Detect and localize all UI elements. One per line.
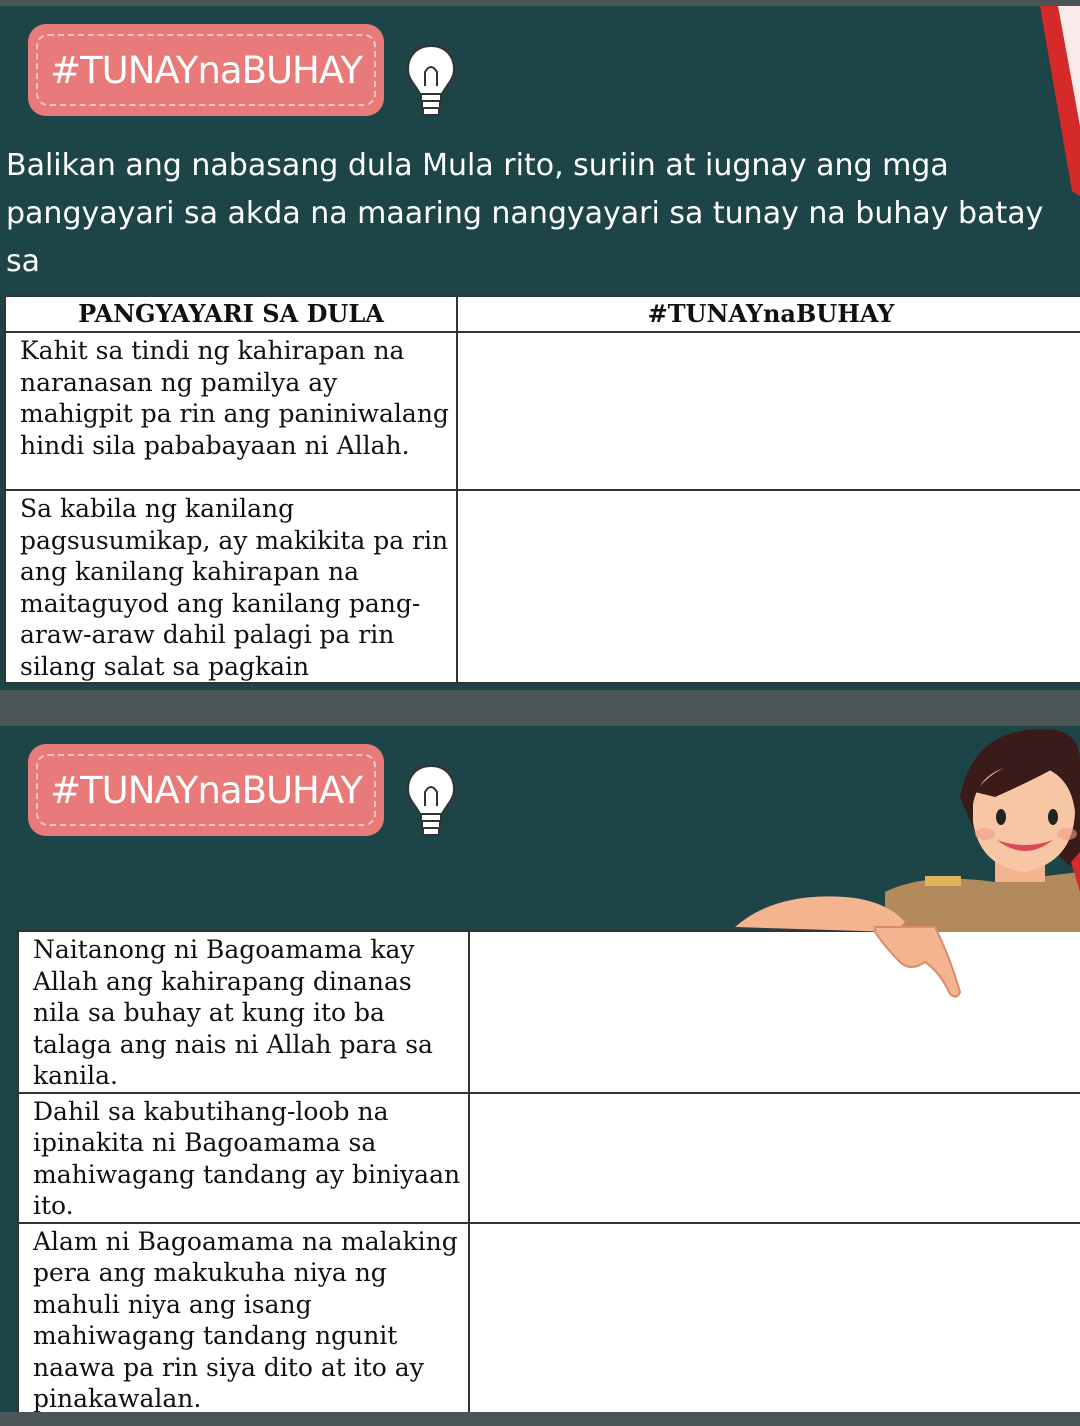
hashtag-label: #TUNAYnaBUHAY (50, 768, 363, 812)
worksheet-panel-1: #TUNAYnaBUHAY Balikan ang nabasang dula … (0, 6, 1080, 690)
lightbulb-icon (406, 44, 456, 116)
column-header-events: PANGYAYARI SA DULA (4, 295, 458, 333)
event-cell: Kahit sa tindi ng kahirapan na naranasan… (4, 331, 458, 491)
event-cell: Alam ni Bagoamama na malaking pera ang m… (17, 1221, 470, 1417)
answer-cell[interactable] (456, 331, 1080, 491)
table-row: Kahit sa tindi ng kahirapan na naranasan… (4, 331, 1080, 491)
hashtag-badge: #TUNAYnaBUHAY (28, 744, 384, 836)
events-table-1: PANGYAYARI SA DULA #TUNAYnaBUHAY Kahit s… (4, 295, 1080, 684)
table-row: Alam ni Bagoamama na malaking pera ang m… (17, 1221, 1080, 1417)
event-cell: Dahil sa kabutihang-loob na ipinakita ni… (17, 1091, 470, 1224)
table-row: Sa kabila ng kanilang pagsusumikap, ay m… (4, 489, 1080, 684)
table-row: Dahil sa kabutihang-loob na ipinakita ni… (17, 1091, 1080, 1224)
answer-cell[interactable] (468, 1091, 1080, 1224)
bottom-edge (0, 1412, 1080, 1426)
hashtag-badge: #TUNAYnaBUHAY (28, 24, 384, 116)
lightbulb-icon (406, 764, 456, 836)
event-cell: Naitanong ni Bagoamama kay Allah ang kah… (17, 930, 470, 1094)
answer-cell[interactable] (456, 489, 1080, 684)
answer-cell[interactable] (468, 1221, 1080, 1417)
hashtag-label: #TUNAYnaBUHAY (50, 48, 363, 92)
teacher-illustration (735, 729, 1080, 998)
event-cell: Sa kabila ng kanilang pagsusumikap, ay m… (4, 489, 458, 684)
table-header-row: PANGYAYARI SA DULA #TUNAYnaBUHAY (4, 295, 1080, 333)
column-header-real-life: #TUNAYnaBUHAY (456, 295, 1080, 333)
panel-separator (0, 690, 1080, 726)
